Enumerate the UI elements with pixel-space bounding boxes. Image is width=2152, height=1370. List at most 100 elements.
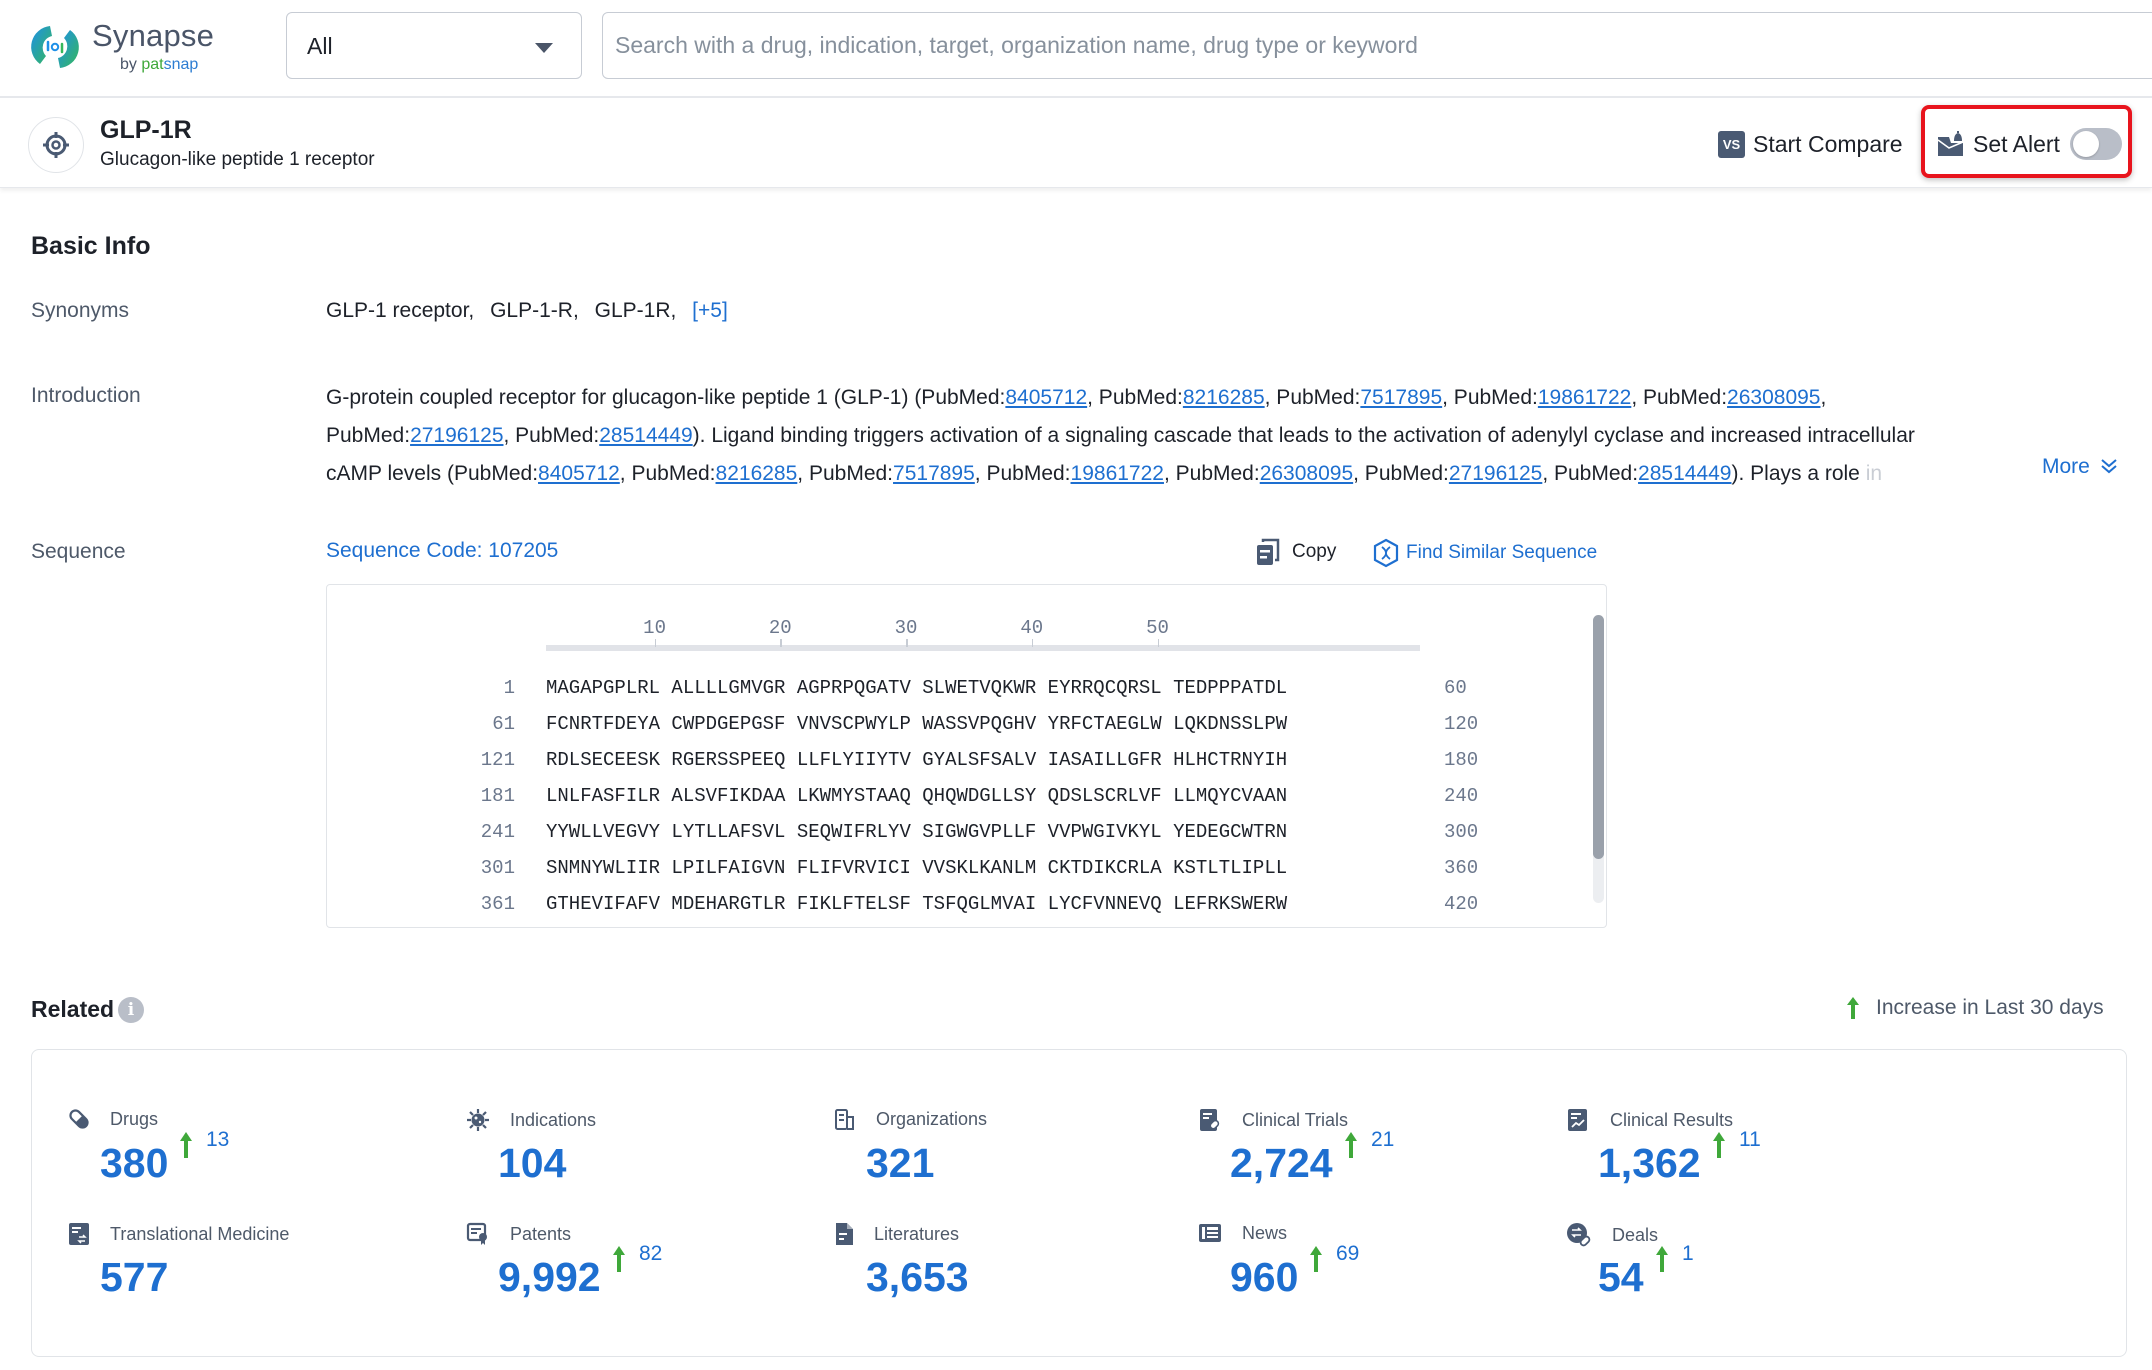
pubmed-link[interactable]: 8216285 (1183, 386, 1265, 409)
sequence-residues: FCNRTFDEYA CWPDGEPGSF VNVSCPWYLP WASSVPQ… (546, 713, 1288, 735)
stat-value[interactable]: 54 (1598, 1254, 1644, 1301)
sequence-end-index: 120 (1444, 713, 1479, 735)
related-stat-drugs[interactable]: Drugs 380 13 (68, 1108, 428, 1208)
set-alert-label: Set Alert (1973, 130, 2060, 157)
pubmed-link[interactable]: 7517895 (893, 462, 975, 485)
related-stat-deals[interactable]: Deals 54 1 (1566, 1222, 1926, 1322)
patent-icon (466, 1222, 500, 1246)
stat-header: Deals (1566, 1222, 1658, 1248)
set-alert-toggle[interactable] (2069, 128, 2122, 160)
introduction-line: G-protein coupled receptor for glucagon-… (326, 379, 2136, 417)
stat-increase-value: 82 (639, 1242, 663, 1265)
search-input[interactable] (615, 13, 2115, 77)
synapse-logo-icon (31, 26, 79, 68)
stat-header: Clinical Results (1566, 1108, 1733, 1132)
sequence-start-index: 301 (480, 857, 515, 879)
sequence-ruler: 10 20 30 40 50 (546, 617, 1420, 651)
related-stat-clinical-trials[interactable]: Clinical Trials 2,724 21 (1198, 1108, 1558, 1208)
pubmed-link[interactable]: 8405712 (1005, 386, 1087, 409)
pubmed-link[interactable]: 27196125 (1449, 462, 1542, 485)
sequence-row: 181 LNLFASFILR ALSVFIKDAA LKWMYSTAAQ QHQW… (327, 785, 1567, 821)
introduction-segment: , PubMed: (1542, 462, 1639, 485)
stat-label: Clinical Results (1610, 1109, 1734, 1130)
stat-increase-value: 1 (1682, 1242, 1694, 1265)
related-stat-indications[interactable]: Indications 104 (466, 1108, 826, 1208)
pill-icon (68, 1108, 100, 1130)
introduction-line: PubMed:27196125, PubMed:28514449). Ligan… (326, 417, 2136, 455)
related-stat-patents[interactable]: Patents 9,992 82 (466, 1222, 826, 1322)
related-stat-literatures[interactable]: Literatures 3,653 (834, 1222, 1194, 1322)
sequence-scrollbar-thumb[interactable] (1593, 615, 1604, 859)
pubmed-link[interactable]: 7517895 (1360, 386, 1442, 409)
find-similar-label: Find Similar Sequence (1406, 542, 1598, 563)
synonym: GLP-1 receptor, (326, 299, 475, 322)
stat-increase: 21 (1344, 1128, 1394, 1158)
ruler-label: 10 (643, 617, 666, 639)
related-stat-news[interactable]: News 960 69 (1198, 1222, 1558, 1322)
related-title: Related (31, 996, 115, 1022)
info-icon[interactable]: i (118, 997, 144, 1023)
sequence-row: 361 GTHEVIFAFV MDEHARGTLR FIKLFTELSF TSFQ… (327, 893, 1567, 927)
introduction-segment: , PubMed: (1163, 462, 1260, 485)
stat-value[interactable]: 960 (1230, 1254, 1298, 1301)
copy-icon (1257, 538, 1280, 565)
sequence-residues: YYWLLVEGVY LYTLLAFSVL SEQWIFRLYV SIGWGVP… (546, 821, 1288, 843)
sequence-row: 121 RDLSECEESK RGERSSPEEQ LLFLYIIYTV GYAL… (327, 749, 1567, 785)
clinical-result-icon (1566, 1108, 1600, 1132)
stat-value[interactable]: 1,362 (1598, 1140, 1701, 1187)
pubmed-link[interactable]: 26308095 (1727, 386, 1820, 409)
related-stat-translational-medicine[interactable]: Translational Medicine 577 (68, 1222, 428, 1322)
introduction-segment: , (1820, 386, 1827, 409)
set-alert-control[interactable]: Set Alert (1937, 126, 2122, 162)
pubmed-link[interactable]: 28514449 (1638, 462, 1731, 485)
stat-value[interactable]: 577 (100, 1254, 168, 1301)
ruler-tick (906, 639, 908, 647)
pubmed-link[interactable]: 27196125 (410, 424, 503, 447)
stat-value[interactable]: 321 (866, 1140, 934, 1187)
related-stat-organizations[interactable]: Organizations 321 (834, 1108, 1194, 1208)
introduction-label: Introduction (31, 384, 141, 407)
more-label: More (2042, 455, 2090, 478)
pubmed-link[interactable]: 26308095 (1260, 462, 1353, 485)
synapse-logo[interactable]: Synapse by patsnap (28, 18, 214, 78)
search-scope-select[interactable]: All (286, 12, 582, 79)
dna-hexagon-icon (1373, 538, 1399, 568)
stat-label: Indications (510, 1109, 597, 1130)
sequence-viewer: 10 20 30 40 50 1 MAGAPGPLRL ALLLLGMVGR AGPRPQ… (326, 584, 1607, 928)
pubmed-link[interactable]: 19861722 (1071, 462, 1164, 485)
sequence-code-link[interactable]: Sequence Code: 107205 (326, 539, 558, 563)
pubmed-link[interactable]: 8216285 (716, 462, 798, 485)
related-stat-clinical-results[interactable]: Clinical Results 1,362 11 (1566, 1108, 1926, 1208)
stat-value[interactable]: 9,992 (498, 1254, 601, 1301)
copy-sequence-button[interactable]: Copy (1256, 538, 1336, 566)
stat-increase-value: 21 (1371, 1128, 1395, 1151)
introduction-more-button[interactable]: More (2040, 455, 2118, 479)
stat-value[interactable]: 2,724 (1230, 1140, 1333, 1187)
double-chevron-down-icon (2101, 459, 2117, 474)
stat-label: Literatures (874, 1223, 960, 1244)
sequence-scrollbar[interactable] (1593, 615, 1604, 903)
ruler-label: 40 (1020, 617, 1044, 639)
stat-increase-value: 69 (1336, 1242, 1360, 1265)
stat-value[interactable]: 380 (100, 1140, 168, 1187)
stat-value[interactable]: 3,653 (866, 1254, 969, 1301)
arrow-up-icon (612, 1246, 625, 1272)
stat-label: Clinical Trials (1242, 1109, 1349, 1130)
entity-subtitle: Glucagon-like peptide 1 receptor (100, 149, 375, 170)
logo-snap: snap (163, 56, 199, 73)
introduction-segment: , PubMed: (974, 462, 1071, 485)
introduction-segment: , PubMed: (797, 462, 894, 485)
introduction-text: G-protein coupled receptor for glucagon-… (326, 379, 2136, 493)
stat-value[interactable]: 104 (498, 1140, 566, 1187)
synonyms-more-link[interactable]: [+5] (692, 299, 728, 322)
find-similar-sequence-button[interactable]: Find Similar Sequence (1372, 538, 1597, 568)
start-compare-button[interactable]: VS Start Compare (1718, 128, 1903, 160)
introduction-segment: , PubMed: (1264, 386, 1361, 409)
pubmed-link[interactable]: 19861722 (1538, 386, 1631, 409)
arrow-up-icon (1847, 997, 1859, 1019)
stat-header: Drugs (68, 1108, 158, 1130)
pubmed-link[interactable]: 28514449 (599, 424, 692, 447)
introduction-line: cAMP levels (PubMed:8405712, PubMed:8216… (326, 455, 2136, 493)
pubmed-link[interactable]: 8405712 (538, 462, 620, 485)
sequence-end-index: 360 (1444, 857, 1479, 879)
